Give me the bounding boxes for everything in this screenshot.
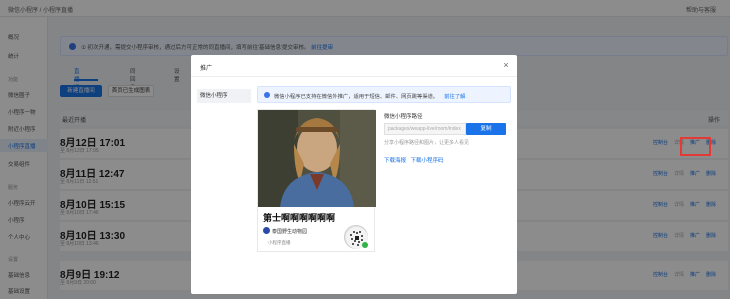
modal-divider [191, 76, 517, 77]
promote-highlight-box [680, 137, 711, 156]
close-icon[interactable]: × [501, 60, 511, 70]
poster-org: 泰国野生动物园 [272, 229, 308, 235]
modal-notice-text: 微信小程序已支持在微信外推广，适用于短信、邮件、网页跳等渠道。 [274, 94, 439, 100]
miniapp-code-icon [344, 225, 368, 249]
poster-tag: 小程序直播 [268, 240, 291, 245]
org-logo-icon [263, 227, 270, 234]
copy-button[interactable]: 复制 [466, 123, 506, 135]
wechat-badge-icon [362, 242, 368, 248]
share-poster: 第士啊啊啊啊啊啊 泰国野生动物园 小程序直播 [257, 109, 376, 252]
modal-title: 推广 [200, 66, 213, 72]
modal-notice: 微信小程序已支持在微信外推广，适用于短信、邮件、网页跳等渠道。 前往了解 [257, 86, 511, 103]
path-label: 微信小程序路径 [384, 114, 423, 120]
side-item-wechat-miniapp[interactable]: 微信小程序 [197, 89, 251, 103]
download-poster-link[interactable]: 下载海报 [384, 158, 406, 164]
path-input[interactable]: packages/weapp-live/room/index [384, 123, 466, 135]
modal-side-nav: 微信小程序 [197, 89, 251, 289]
share-tip: 分享小程序路径和图片，让更多人看见 [384, 140, 470, 146]
download-code-link[interactable]: 下载小程序码 [411, 158, 444, 164]
learn-more-link[interactable]: 前往了解 [444, 94, 465, 100]
info-icon [264, 92, 270, 98]
poster-image [258, 110, 376, 207]
promote-modal: 推广 × 微信小程序 微信小程序已支持在微信外推广，适用于短信、邮件、网页跳等渠… [191, 55, 517, 294]
poster-title: 第士啊啊啊啊啊啊 [263, 213, 336, 223]
